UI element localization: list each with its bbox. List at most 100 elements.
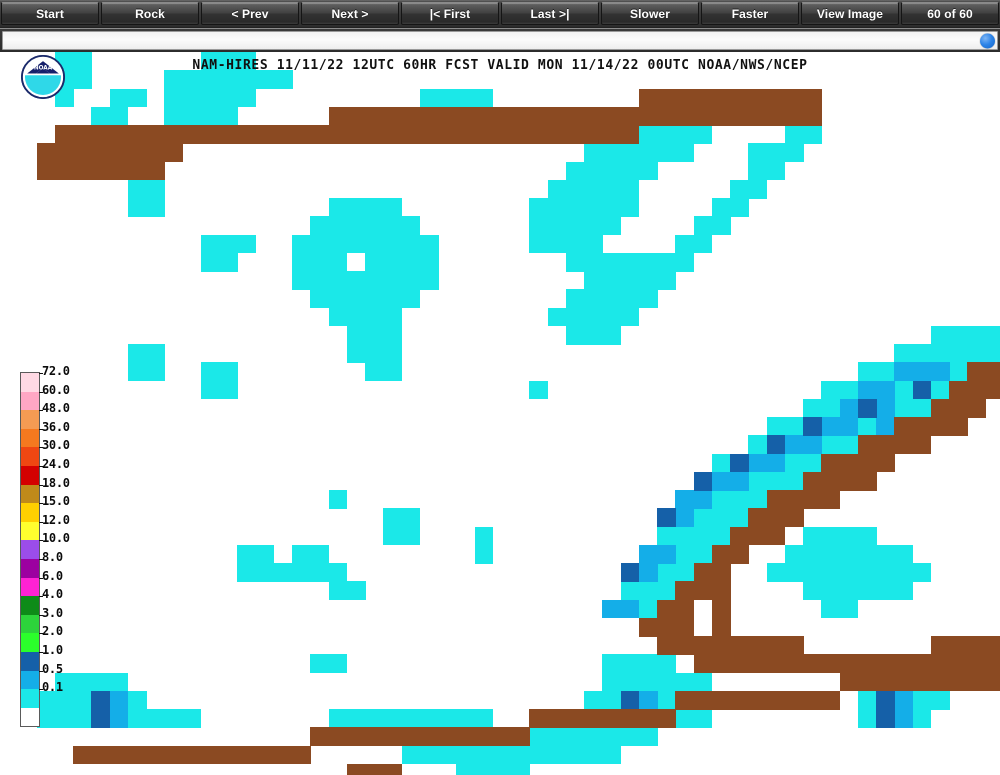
legend-label: 36.0 — [42, 419, 70, 434]
boundary-cell — [419, 106, 439, 126]
boundary-cell — [711, 581, 731, 601]
toolbar-button-counter: 60 of 60 — [901, 2, 999, 25]
precip-cell-0-1 — [237, 544, 257, 564]
precip-cell-0-1 — [602, 745, 622, 765]
precip-cell-0-1 — [346, 581, 366, 601]
precip-cell-0-1 — [200, 52, 220, 71]
precip-cell-1-0 — [803, 417, 822, 436]
precip-cell-0-5 — [766, 453, 786, 473]
precip-cell-0-1 — [657, 526, 676, 546]
boundary-cell — [766, 526, 786, 546]
legend-swatch-0.1: 0.1 — [21, 680, 63, 708]
precip-cell-0-1 — [675, 709, 695, 728]
precip-cell-0-1 — [930, 344, 950, 363]
precip-cell-0-1 — [584, 307, 603, 327]
toolbar-button-slower[interactable]: Slower — [601, 2, 699, 25]
precip-cell-0-1 — [620, 307, 640, 327]
boundary-cell — [365, 727, 384, 747]
boundary-cell — [930, 636, 950, 655]
boundary-cell — [711, 690, 731, 710]
precip-cell-0-1 — [784, 563, 804, 582]
boundary-cell — [273, 125, 293, 144]
precip-cell-0-1 — [529, 234, 549, 254]
boundary-cell — [693, 654, 713, 674]
boundary-cell — [930, 672, 950, 692]
legend-label: 8.0 — [42, 549, 63, 564]
toolbar-button-first[interactable]: |< First — [401, 2, 499, 25]
legend-swatch-18.0: 18.0 — [21, 476, 70, 504]
precip-cell-0-1 — [657, 581, 676, 601]
boundary-cell — [200, 125, 220, 144]
boundary-cell — [985, 672, 1000, 692]
boundary-cell — [876, 672, 895, 692]
boundary-cell — [839, 453, 859, 473]
precip-cell-0-1 — [602, 325, 622, 345]
precip-cell-0-1 — [638, 143, 658, 163]
frame-slider-track[interactable] — [2, 31, 998, 50]
precip-cell-0-1 — [365, 289, 384, 309]
precip-cell-0-1 — [529, 198, 549, 217]
forecast-map[interactable]: NOAA NAM-HIRES 11/11/22 12UTC 60HR FCST … — [0, 52, 1000, 775]
boundary-cell — [638, 106, 658, 126]
precip-cell-0-1 — [456, 745, 476, 765]
legend-swatch-60.0: 60.0 — [21, 383, 70, 411]
precip-cell-0-1 — [912, 563, 932, 582]
toolbar-button-last[interactable]: Last >| — [501, 2, 599, 25]
precip-cell-0-1 — [547, 216, 567, 236]
boundary-cell — [766, 490, 786, 509]
precip-cell-0-1 — [383, 234, 403, 254]
boundary-cell — [711, 88, 731, 108]
precip-cell-0-1 — [912, 344, 932, 363]
boundary-cell — [985, 654, 1000, 674]
boundary-cell — [511, 727, 530, 747]
legend-label: 24.0 — [42, 456, 70, 471]
frame-slider-thumb[interactable] — [980, 33, 995, 48]
boundary-cell — [839, 471, 859, 491]
precip-cell-0-1 — [930, 325, 950, 345]
precip-cell-0-1 — [620, 179, 640, 199]
boundary-cell — [949, 636, 968, 655]
toolbar-button-faster[interactable]: Faster — [701, 2, 799, 25]
boundary-cell — [711, 544, 731, 564]
precip-cell-0-1 — [383, 289, 403, 309]
precip-cell-1-0 — [857, 398, 877, 418]
boundary-cell — [547, 106, 567, 126]
boundary-cell — [565, 106, 585, 126]
precip-cell-0-1 — [200, 252, 220, 272]
boundary-cell — [803, 106, 822, 126]
boundary-cell — [711, 654, 731, 674]
precip-cell-0-1 — [383, 198, 403, 217]
toolbar-button-next[interactable]: Next > — [301, 2, 399, 25]
toolbar-button-rock[interactable]: Rock — [101, 2, 199, 25]
precip-cell-0-1 — [620, 672, 640, 692]
precip-cell-0-1 — [857, 417, 877, 436]
precip-cell-0-1 — [748, 143, 768, 163]
precip-cell-0-1 — [310, 271, 330, 290]
precip-cell-0-1 — [602, 179, 622, 199]
precip-cell-0-1 — [255, 544, 275, 564]
precip-cell-0-1 — [711, 490, 731, 509]
legend-label: 6.0 — [42, 568, 63, 583]
precip-cell-0-1 — [584, 325, 603, 345]
precip-cell-0-5 — [638, 544, 658, 564]
boundary-cell — [803, 490, 822, 509]
precip-cell-0-1 — [383, 307, 403, 327]
boundary-cell — [456, 106, 476, 126]
boundary-cell — [127, 143, 147, 163]
precip-cell-0-1 — [839, 435, 859, 455]
boundary-cell — [383, 106, 403, 126]
boundary-cell — [839, 672, 859, 692]
precip-cell-0-1 — [803, 563, 822, 582]
boundary-cell — [638, 88, 658, 108]
boundary-cell — [419, 727, 439, 747]
toolbar-button-start[interactable]: Start — [1, 2, 99, 25]
precip-cell-0-1 — [547, 198, 567, 217]
toolbar-button-prev[interactable]: < Prev — [201, 2, 299, 25]
precip-cell-0-1 — [255, 70, 275, 90]
precip-cell-0-5 — [930, 362, 950, 382]
precip-cell-0-5 — [857, 380, 877, 400]
precip-cell-0-5 — [912, 362, 932, 382]
precip-cell-0-1 — [675, 544, 695, 564]
toolbar-button-view-image[interactable]: View Image — [801, 2, 899, 25]
boundary-cell — [876, 654, 895, 674]
